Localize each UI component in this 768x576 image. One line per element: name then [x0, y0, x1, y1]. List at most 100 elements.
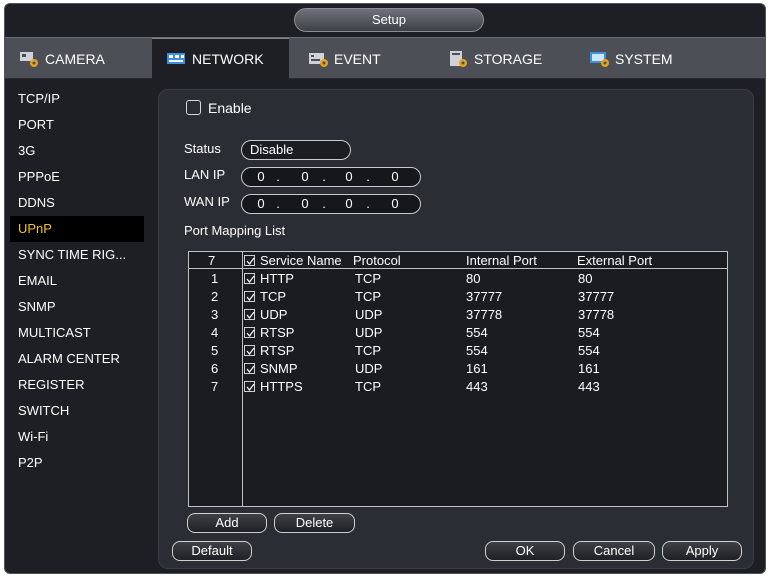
- sidebar-item-alarm-center[interactable]: ALARM CENTER: [10, 346, 144, 372]
- table-count: 7: [208, 253, 216, 268]
- tab-event[interactable]: EVENT: [308, 38, 381, 79]
- row-protocol: TCP: [355, 379, 381, 394]
- row-external-port: 554: [578, 343, 600, 358]
- wan-ip-octet-3[interactable]: 0: [336, 196, 362, 212]
- window-title: Setup: [294, 8, 484, 32]
- ok-button[interactable]: OK: [485, 541, 565, 561]
- ip-dot: .: [322, 169, 326, 184]
- row-internal-port: 37778: [466, 307, 503, 322]
- row-checkbox[interactable]: [244, 327, 255, 338]
- row-service: HTTPS: [260, 379, 303, 394]
- ip-dot: .: [366, 169, 370, 184]
- lan-ip-octet-4[interactable]: 0: [382, 169, 408, 185]
- row-service: UDP: [260, 307, 288, 322]
- wan-ip-octet-4[interactable]: 0: [382, 196, 408, 212]
- row-service: RTSP: [260, 325, 295, 340]
- row-internal-port: 554: [466, 325, 488, 340]
- wan-ip-octet-2[interactable]: 0: [292, 196, 318, 212]
- cancel-button[interactable]: Cancel: [573, 541, 655, 561]
- sidebar: TCP/IP PORT 3G PPPoE DDNS UPnP SYNC TIME…: [10, 86, 144, 476]
- sidebar-item-tcpip[interactable]: TCP/IP: [10, 86, 144, 112]
- sidebar-item-switch[interactable]: SWITCH: [10, 398, 144, 424]
- delete-button[interactable]: Delete: [274, 513, 355, 533]
- row-internal-port: 443: [466, 379, 488, 394]
- lan-ip-octet-2[interactable]: 0: [292, 169, 318, 185]
- sidebar-item-sync-time[interactable]: SYNC TIME RIG...: [10, 242, 144, 268]
- tab-network[interactable]: NETWORK: [152, 38, 289, 79]
- row-index: 6: [211, 361, 219, 376]
- sidebar-item-wifi[interactable]: Wi-Fi: [10, 424, 144, 450]
- tab-storage-label: STORAGE: [474, 50, 543, 67]
- ip-dot: .: [366, 196, 370, 211]
- row-external-port: 443: [578, 379, 600, 394]
- table-column-divider: [242, 251, 243, 507]
- apply-button[interactable]: Apply: [662, 541, 742, 561]
- sidebar-item-p2p[interactable]: P2P: [10, 450, 144, 476]
- row-internal-port: 161: [466, 361, 488, 376]
- sidebar-item-pppoe[interactable]: PPPoE: [10, 164, 144, 190]
- row-checkbox[interactable]: [244, 291, 255, 302]
- select-all-checkbox[interactable]: [244, 255, 255, 266]
- port-mapping-label: Port Mapping List: [184, 223, 286, 238]
- wan-ip-octet-1[interactable]: 0: [248, 196, 274, 212]
- wan-ip-label: WAN IP: [184, 194, 230, 209]
- wan-ip-input[interactable]: 0 . 0 . 0 . 0: [241, 194, 421, 214]
- add-button[interactable]: Add: [187, 513, 267, 533]
- row-checkbox[interactable]: [244, 345, 255, 356]
- tab-storage[interactable]: STORAGE: [448, 38, 542, 79]
- row-checkbox[interactable]: [244, 381, 255, 392]
- row-protocol: TCP: [355, 343, 381, 358]
- network-icon: [166, 50, 188, 68]
- tab-camera-label: CAMERA: [45, 50, 105, 67]
- row-external-port: 161: [578, 361, 600, 376]
- row-external-port: 80: [578, 271, 593, 286]
- row-checkbox[interactable]: [244, 309, 255, 320]
- camera-gear-icon: [19, 50, 41, 68]
- status-label: Status: [184, 141, 221, 156]
- tab-event-label: EVENT: [334, 50, 381, 67]
- row-service: SNMP: [260, 361, 298, 376]
- row-checkbox[interactable]: [244, 273, 255, 284]
- row-index: 1: [211, 271, 219, 286]
- table-header-line: [188, 268, 728, 269]
- tab-system-label: SYSTEM: [615, 50, 673, 67]
- title-bar: Setup: [5, 4, 765, 35]
- enable-checkbox[interactable]: [186, 100, 201, 115]
- sidebar-item-register[interactable]: REGISTER: [10, 372, 144, 398]
- row-protocol: TCP: [355, 271, 381, 286]
- sidebar-item-port[interactable]: PORT: [10, 112, 144, 138]
- row-index: 2: [211, 289, 219, 304]
- main-tabs: CAMERA NETWORK EVENT STORAGE SYSTEM: [5, 37, 765, 79]
- enable-label: Enable: [208, 100, 252, 116]
- row-service: TCP: [260, 289, 286, 304]
- lan-ip-input[interactable]: 0 . 0 . 0 . 0: [241, 167, 421, 187]
- header-external-port: External Port: [577, 253, 653, 268]
- row-index: 7: [211, 379, 219, 394]
- header-internal-port: Internal Port: [466, 253, 537, 268]
- sidebar-item-multicast[interactable]: MULTICAST: [10, 320, 144, 346]
- sidebar-item-upnp[interactable]: UPnP: [10, 216, 144, 242]
- sidebar-item-3g[interactable]: 3G: [10, 138, 144, 164]
- row-index: 5: [211, 343, 219, 358]
- status-value: Disable: [241, 140, 351, 160]
- lan-ip-octet-3[interactable]: 0: [336, 169, 362, 185]
- event-icon: [308, 50, 330, 68]
- row-index: 3: [211, 307, 219, 322]
- tab-camera[interactable]: CAMERA: [19, 38, 105, 79]
- row-external-port: 554: [578, 325, 600, 340]
- sidebar-item-ddns[interactable]: DDNS: [10, 190, 144, 216]
- sidebar-item-email[interactable]: EMAIL: [10, 268, 144, 294]
- lan-ip-octet-1[interactable]: 0: [248, 169, 274, 185]
- ip-dot: .: [322, 196, 326, 211]
- sidebar-item-snmp[interactable]: SNMP: [10, 294, 144, 320]
- row-internal-port: 80: [466, 271, 481, 286]
- row-protocol: UDP: [355, 361, 383, 376]
- row-checkbox[interactable]: [244, 363, 255, 374]
- header-service-name: Service Name: [260, 253, 342, 268]
- row-service: HTTP: [260, 271, 294, 286]
- row-service: RTSP: [260, 343, 295, 358]
- tab-system[interactable]: SYSTEM: [589, 38, 673, 79]
- row-external-port: 37777: [578, 289, 615, 304]
- row-protocol: UDP: [355, 307, 383, 322]
- default-button[interactable]: Default: [172, 541, 252, 561]
